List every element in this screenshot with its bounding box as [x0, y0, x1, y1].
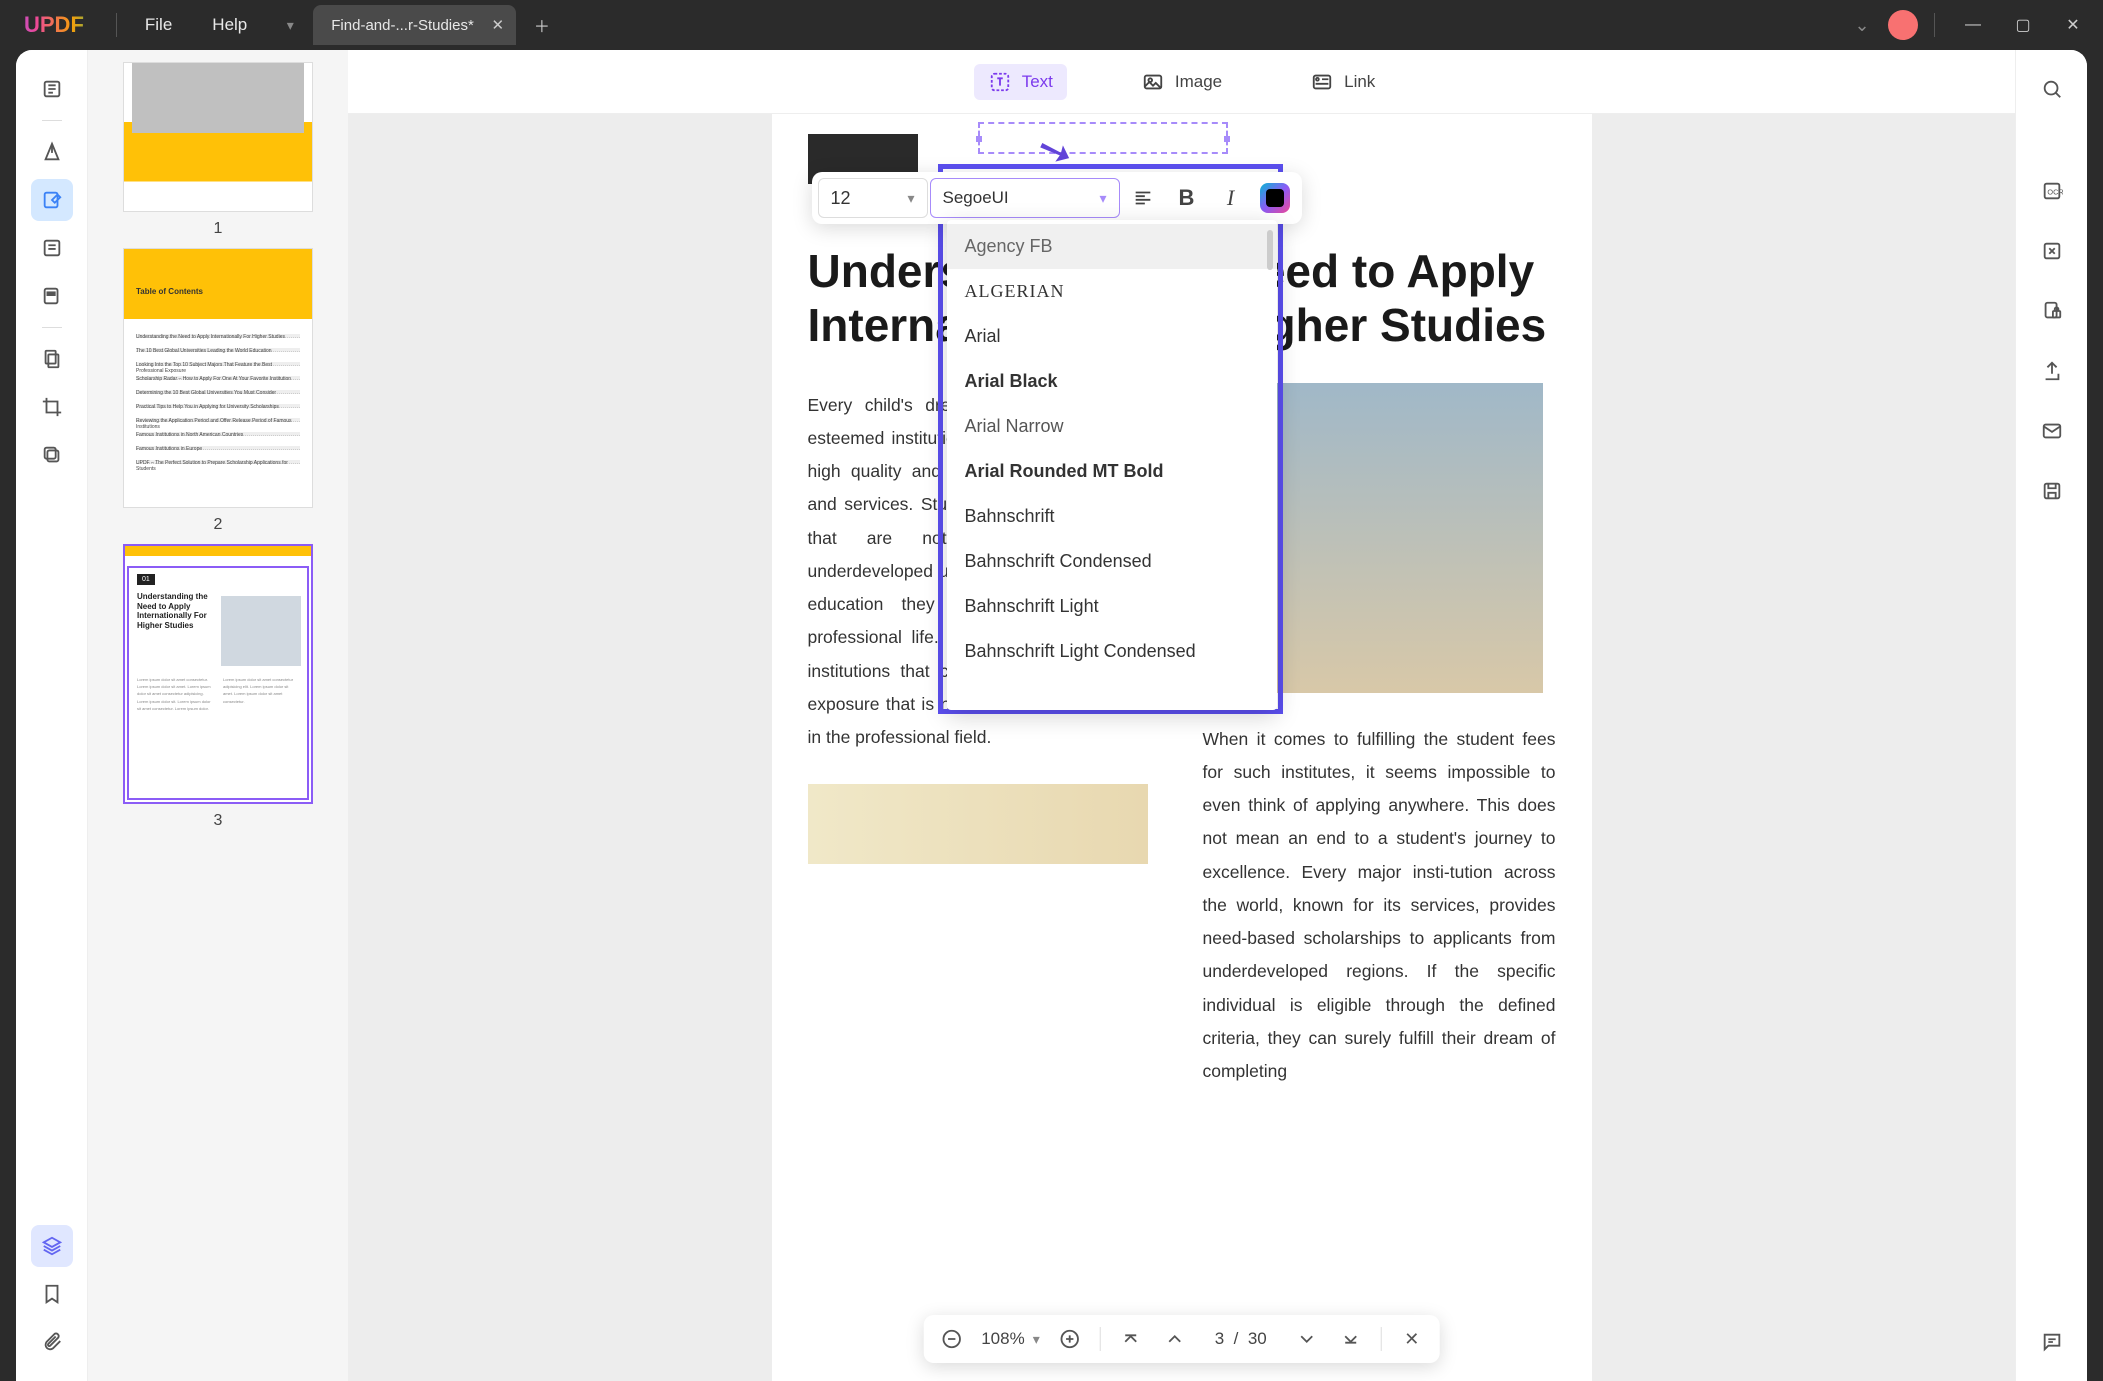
separator	[42, 120, 62, 121]
font-family-select[interactable]: SegoeUI ▾	[930, 178, 1120, 218]
thumbnail-1[interactable]: 1	[118, 62, 318, 238]
bookmarks-icon[interactable]	[31, 1273, 73, 1315]
reader-mode-icon[interactable]	[31, 68, 73, 110]
italic-button[interactable]: I	[1210, 178, 1252, 218]
right-toolbar: OCR	[2015, 50, 2087, 1381]
last-page-button[interactable]	[1333, 1321, 1369, 1357]
font-option[interactable]: Bahnschrift Light Condensed	[947, 629, 1277, 674]
close-bar-button[interactable]: ✕	[1394, 1321, 1430, 1357]
thumbnails-icon[interactable]	[31, 1225, 73, 1267]
separator	[1381, 1327, 1382, 1351]
page-tools-icon[interactable]	[31, 338, 73, 380]
prev-page-button[interactable]	[1157, 1321, 1193, 1357]
font-option[interactable]: Bahnschrift Condensed	[947, 539, 1277, 584]
link-icon	[1310, 70, 1334, 94]
text-selection-box[interactable]	[978, 122, 1228, 154]
resize-handle[interactable]	[976, 136, 982, 142]
thumbnail-3[interactable]: 01 Understanding the Need to Apply Inter…	[118, 544, 318, 830]
organize-mode-icon[interactable]	[31, 227, 73, 269]
font-dropdown: Agency FBALGERIANArialArial BlackArial N…	[947, 220, 1277, 710]
close-button[interactable]: ✕	[2051, 5, 2095, 45]
view-controls-bar: 108% ▾ 3 / 30 ✕	[923, 1315, 1440, 1363]
edit-mode-icon[interactable]	[31, 179, 73, 221]
dropdown-icon[interactable]: ⌄	[1842, 5, 1882, 45]
zoom-in-button[interactable]	[1052, 1321, 1088, 1357]
share-icon[interactable]	[2031, 350, 2073, 392]
font-option[interactable]: ALGERIAN	[947, 269, 1277, 314]
tab-dropdown[interactable]: ▾	[273, 8, 307, 42]
document-page[interactable]: ➘ 12 ▾ SegoeUI ▾ B I	[772, 114, 1592, 1381]
minimize-button[interactable]: —	[1951, 5, 1995, 45]
app-logo: UPDF	[0, 12, 108, 38]
text-format-toolbar: 12 ▾ SegoeUI ▾ B I	[812, 172, 1302, 224]
email-icon[interactable]	[2031, 410, 2073, 452]
separator	[42, 327, 62, 328]
image-icon	[1141, 70, 1165, 94]
convert-icon[interactable]	[2031, 230, 2073, 272]
tab-title: Find-and-...r-Studies*	[331, 17, 474, 34]
scrollbar[interactable]	[1267, 230, 1273, 270]
page-indicator[interactable]: 3 / 30	[1201, 1329, 1281, 1349]
maximize-button[interactable]: ▢	[2001, 5, 2045, 45]
first-page-button[interactable]	[1113, 1321, 1149, 1357]
thumbnail-panel: 1 Table of Contents Understanding the Ne…	[88, 50, 348, 1381]
content-image	[808, 784, 1148, 864]
font-size-select[interactable]: 12 ▾	[818, 178, 928, 218]
save-icon[interactable]	[2031, 470, 2073, 512]
menu-help[interactable]: Help	[192, 15, 267, 35]
crop-icon[interactable]	[31, 386, 73, 428]
font-option[interactable]: Arial	[947, 314, 1277, 359]
chevron-down-icon: ▾	[1033, 1331, 1040, 1348]
link-mode-button[interactable]: Link	[1296, 64, 1389, 100]
image-mode-button[interactable]: Image	[1127, 64, 1236, 100]
redact-mode-icon[interactable]	[31, 275, 73, 317]
new-tab-button[interactable]: ＋	[528, 11, 556, 39]
font-option[interactable]: Arial Narrow	[947, 404, 1277, 449]
chevron-down-icon: ▾	[1099, 190, 1106, 207]
font-option[interactable]: Bahnschrift Light	[947, 584, 1277, 629]
resize-handle[interactable]	[1224, 136, 1230, 142]
ocr-icon[interactable]: OCR	[2031, 170, 2073, 212]
left-toolbar	[16, 50, 88, 1381]
bold-button[interactable]: B	[1166, 178, 1208, 218]
menu-file[interactable]: File	[125, 15, 192, 35]
font-option[interactable]: Bahnschrift	[947, 494, 1277, 539]
search-icon[interactable]	[2031, 68, 2073, 110]
document-tab[interactable]: Find-and-...r-Studies* ✕	[313, 5, 516, 45]
separator	[1100, 1327, 1101, 1351]
close-tab-icon[interactable]: ✕	[488, 15, 508, 35]
zoom-out-button[interactable]	[933, 1321, 969, 1357]
chevron-down-icon: ▾	[907, 190, 914, 207]
separator	[116, 13, 117, 37]
thumbnail-2[interactable]: Table of Contents Understanding the Need…	[118, 248, 318, 534]
batch-icon[interactable]	[31, 434, 73, 476]
text-icon	[988, 70, 1012, 94]
user-avatar[interactable]	[1888, 10, 1918, 40]
align-button[interactable]	[1122, 178, 1164, 218]
text-color-button[interactable]	[1254, 178, 1296, 218]
font-option[interactable]: Arial Rounded MT Bold	[947, 449, 1277, 494]
edit-mode-toolbar: Text Image Link	[348, 50, 2015, 114]
comments-icon[interactable]	[2031, 1321, 2073, 1363]
title-bar: UPDF File Help ▾ Find-and-...r-Studies* …	[0, 0, 2103, 50]
svg-text:OCR: OCR	[2047, 188, 2063, 197]
text-mode-button[interactable]: Text	[974, 64, 1067, 100]
font-option[interactable]: Agency FB	[947, 224, 1277, 269]
zoom-level[interactable]: 108% ▾	[977, 1329, 1044, 1349]
attachments-icon[interactable]	[31, 1321, 73, 1363]
font-option[interactable]: Arial Black	[947, 359, 1277, 404]
comment-mode-icon[interactable]	[31, 131, 73, 173]
main-canvas: Text Image Link ➘ 12	[348, 50, 2015, 1381]
separator	[1934, 13, 1935, 37]
protect-icon[interactable]	[2031, 290, 2073, 332]
next-page-button[interactable]	[1289, 1321, 1325, 1357]
